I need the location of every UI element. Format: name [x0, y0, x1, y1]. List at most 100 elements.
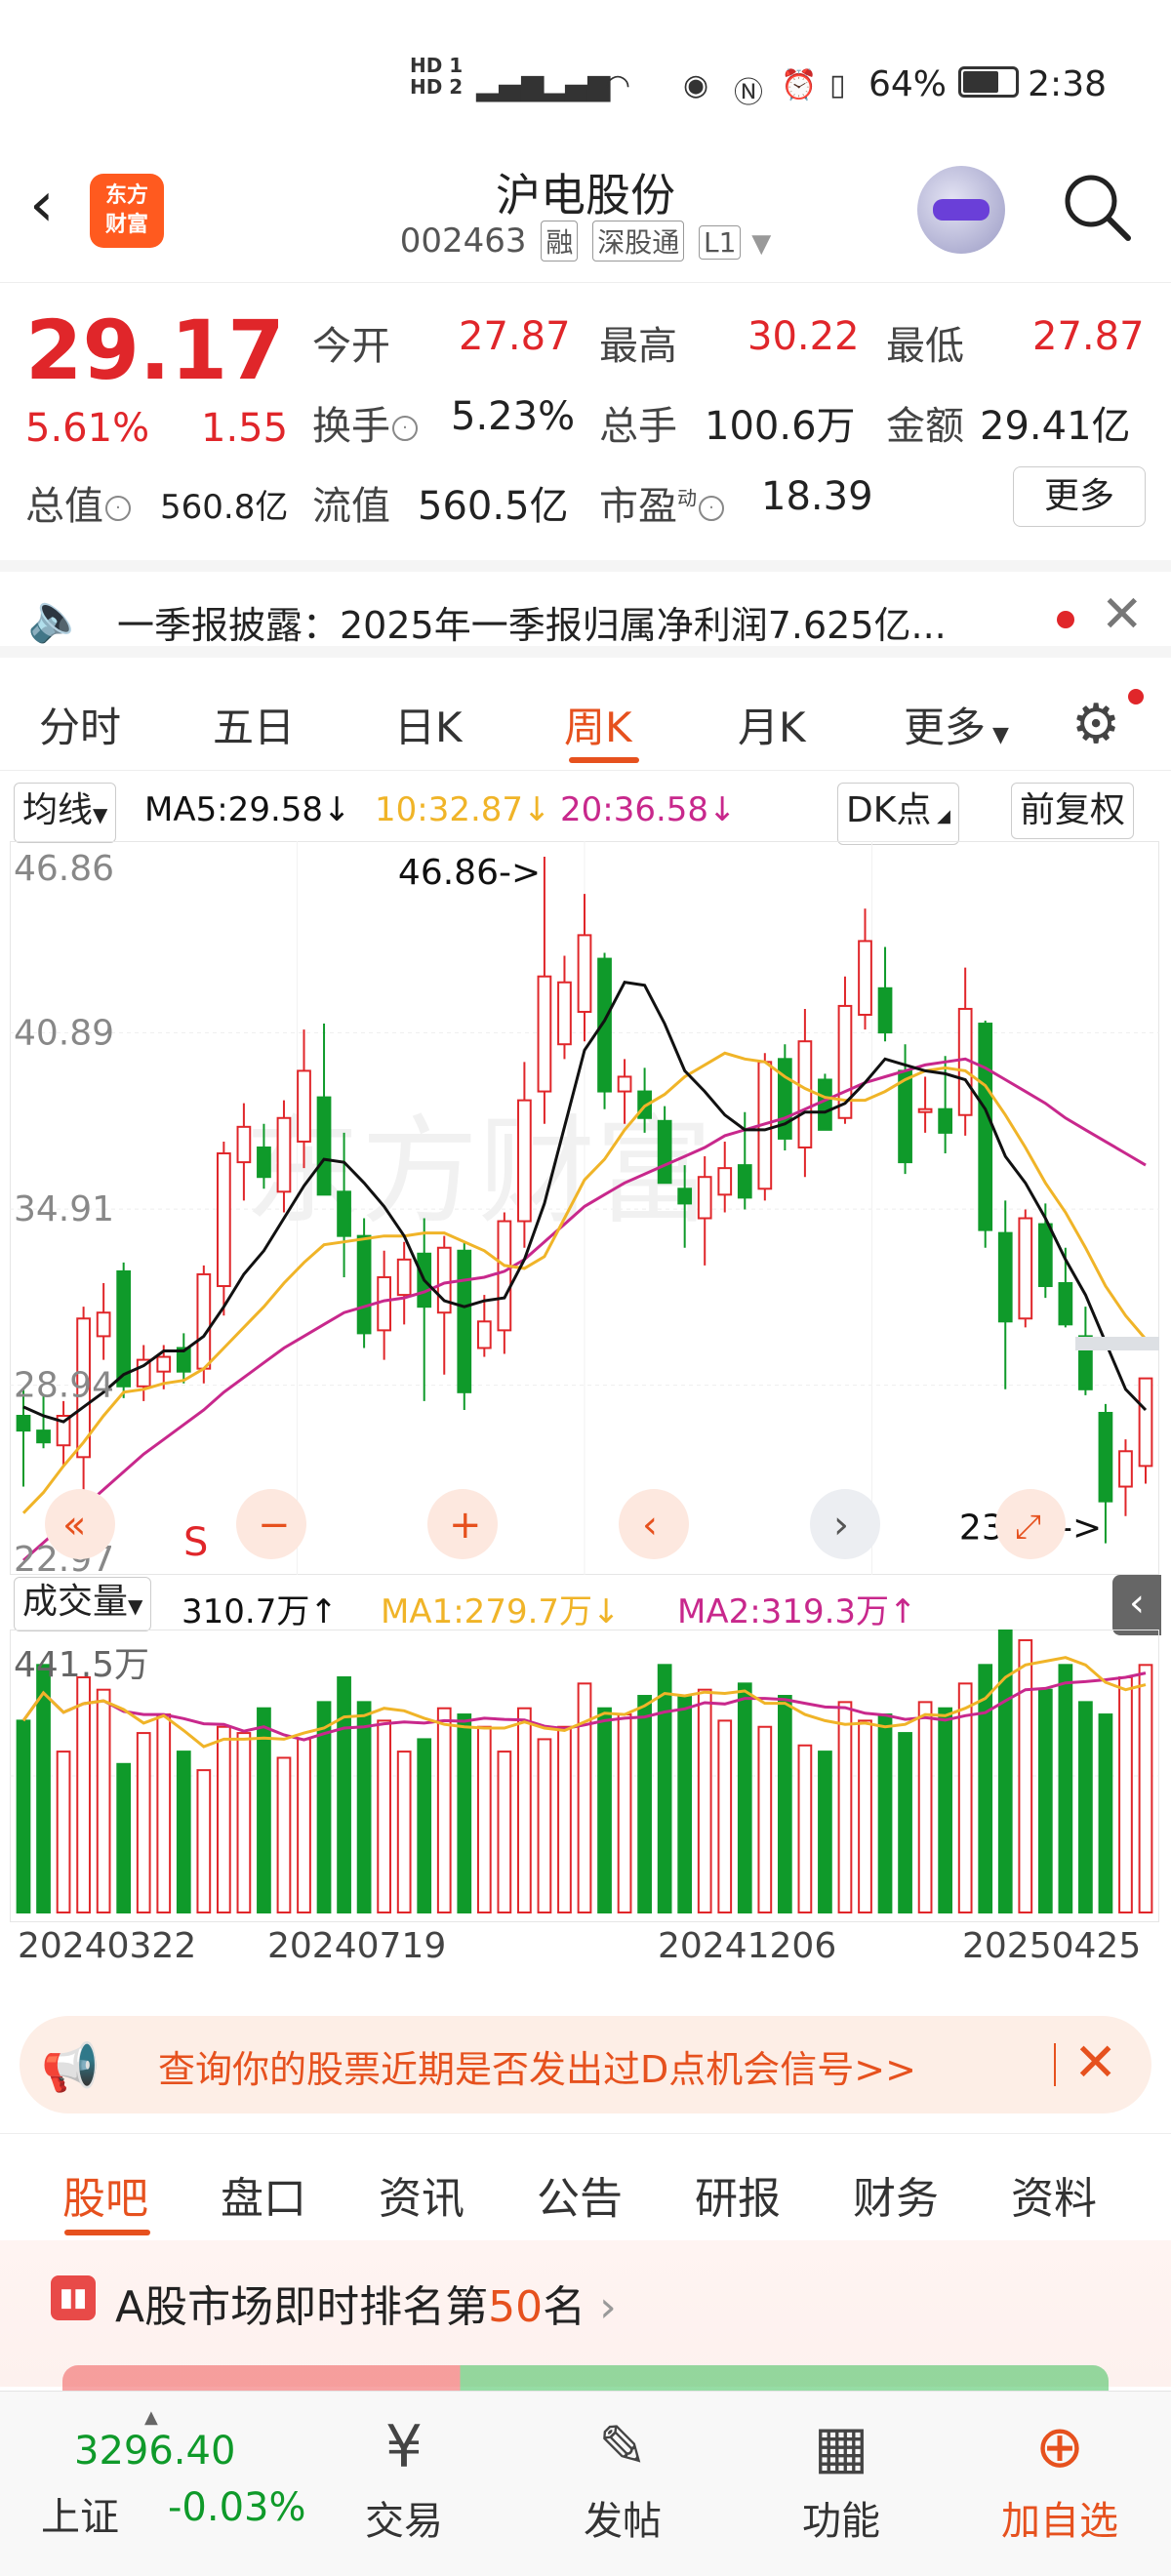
volume-label: 总手 [599, 404, 677, 449]
close-icon[interactable]: ✕ [1073, 2032, 1117, 2093]
tab-intraday[interactable]: 分时 [39, 695, 121, 754]
open-label: 今开 [312, 324, 390, 369]
tab-news[interactable]: 资讯 [379, 2163, 464, 2226]
index-quote[interactable]: ▲ 3296.40 上证 -0.03% [0, 2392, 332, 2576]
settings-dot [1128, 689, 1144, 704]
date-tick: 20240719 [267, 1926, 447, 1966]
nav-post[interactable]: ✎ 发帖 [525, 2392, 720, 2576]
candlestick-chart[interactable]: 东方财富 46.8640.8934.9128.9422.97 46.86-> 2… [10, 841, 1159, 1575]
nav-functions[interactable]: ▦ 功能 [744, 2392, 939, 2576]
volume-bar [36, 1664, 51, 1913]
ma-selector[interactable]: 均线▼ [14, 783, 117, 843]
volume-bar [356, 1701, 372, 1913]
assistant-avatar[interactable] [917, 166, 1005, 254]
chevron-left-icon[interactable]: ‹ [619, 1489, 689, 1559]
search-icon[interactable] [1060, 170, 1134, 244]
fullscreen-icon[interactable]: ⤢ [995, 1489, 1066, 1559]
nfc-icon: Ⓝ [734, 76, 763, 110]
candle-body [517, 1099, 532, 1223]
notice-bar[interactable]: 🔈 一季报披露：2025年一季报归属净利润7.625亿... ✕ [0, 560, 1171, 658]
adjust-button[interactable]: 前复权 [1011, 783, 1135, 839]
volume-bar [997, 1630, 1013, 1913]
rank-text[interactable]: A股市场即时排名第50名 › [115, 2272, 617, 2334]
volume-ma2: MA2:319.3万↑ [677, 1592, 917, 1631]
more-button[interactable]: 更多 [1013, 466, 1146, 527]
ma10-value: 10:32.87↓ [375, 790, 551, 829]
zoom-out-left-icon[interactable]: « [45, 1489, 115, 1559]
tab-profile[interactable]: 资料 [1011, 2163, 1097, 2226]
low-label: 最低 [886, 324, 964, 369]
volume-bar [898, 1732, 912, 1913]
tab-forum[interactable]: 股吧 [62, 2163, 148, 2226]
date-tick: 20241206 [658, 1926, 837, 1966]
candle-body [236, 1125, 252, 1164]
tab-more[interactable]: 更多 ▼ [904, 695, 1009, 754]
tab-weekly[interactable]: 周K [564, 695, 632, 754]
close-icon[interactable]: ✕ [1101, 585, 1144, 644]
dk-button[interactable]: DK点 ◢ [837, 783, 959, 845]
volume-bar [717, 1719, 733, 1913]
zoom-out-icon[interactable]: − [236, 1489, 306, 1559]
notice-text[interactable]: 一季报披露：2025年一季报归属净利润7.625亿... [117, 595, 947, 649]
tab-financials[interactable]: 财务 [853, 2163, 939, 2226]
candle-body [216, 1152, 231, 1288]
grid-icon: ▦ [813, 2413, 869, 2481]
volume-max-tick: 441.5万 [14, 1645, 149, 1685]
turnover-value: 5.23% [451, 394, 576, 439]
volume-value: 310.7万↑ [182, 1592, 338, 1631]
cellular-4g-icon: ▂▄▆ [543, 68, 611, 102]
candle-body [677, 1187, 693, 1205]
rank-card[interactable]: ▮▮ A股市场即时排名第50名 › [0, 2240, 1171, 2395]
volume-bar [116, 1762, 132, 1913]
status-bar: HD 1 HD 2 ▂▄▆ ▂▄▆ ◠ ◉ Ⓝ ⏰ ▯ 64% 2:38 [0, 0, 1171, 156]
float-value: 560.5亿 [418, 484, 569, 529]
tab-orderbook[interactable]: 盘口 [221, 2163, 306, 2226]
svg-text:−: − [258, 1503, 291, 1548]
gear-icon[interactable]: ⚙ [1071, 693, 1120, 756]
active-tab-indicator [569, 757, 639, 763]
mktcap-label-text: 总值 [25, 484, 103, 529]
dk-label: DK点 [846, 790, 932, 830]
chevron-right-icon[interactable]: › [810, 1489, 880, 1559]
nav-add-watchlist[interactable]: ⊕ 加自选 [962, 2392, 1157, 2576]
volume-bar [537, 1738, 552, 1913]
pe-label[interactable]: 市盈动 · [599, 474, 724, 531]
candle-body [297, 1069, 311, 1143]
tab-monthly[interactable]: 月K [738, 695, 806, 754]
date-axis: 20240322 20240719 20241206 20250425 [0, 1916, 1171, 1994]
volume-bar [16, 1719, 31, 1913]
zoom-in-icon[interactable]: + [427, 1489, 498, 1559]
clock: 2:38 [1028, 64, 1107, 104]
candle-body [858, 940, 872, 1016]
ma-selector-label: 均线 [22, 790, 94, 830]
tab-five-day[interactable]: 五日 [213, 695, 295, 754]
pe-value: 18.39 [761, 474, 873, 519]
signal-icon: HD 1 HD 2 [410, 54, 464, 99]
change-amount: 1.55 [201, 406, 289, 451]
float-label: 流值 [312, 484, 390, 529]
candle-body [1037, 1223, 1053, 1288]
tab-research[interactable]: 研报 [695, 2163, 781, 2226]
volume-chart[interactable]: 441.5万 [10, 1630, 1159, 1922]
volume-bar [337, 1676, 351, 1913]
banner-text[interactable]: 查询你的股票近期是否发出过D点机会信号>> [158, 2039, 916, 2093]
pe-label-text: 市盈 [599, 484, 677, 529]
megaphone-icon: 📢 [41, 2040, 100, 2095]
candle-body [938, 1107, 953, 1134]
collapse-panel-icon[interactable]: ‹ [1112, 1575, 1161, 1635]
dk-signal-banner[interactable]: 📢 查询你的股票近期是否发出过D点机会信号>> ✕ [20, 2016, 1151, 2113]
volume-selector[interactable]: 成交量▼ [14, 1577, 152, 1631]
volume-bar [697, 1688, 712, 1914]
sell-signal: S [183, 1520, 208, 1565]
nav-trade[interactable]: ¥ 交易 [306, 2392, 502, 2576]
candle-body [1098, 1411, 1113, 1503]
rank-number: 50 [488, 2282, 544, 2332]
mktcap-label[interactable]: 总值 · [25, 474, 131, 531]
tab-daily[interactable]: 日K [394, 695, 463, 754]
tag-level: L1 [699, 225, 742, 260]
tag-connect: 深股通 [592, 221, 685, 262]
turnover-label[interactable]: 换手 · [312, 394, 418, 451]
tab-announcements[interactable]: 公告 [537, 2163, 623, 2226]
amount-label: 金额 [886, 404, 964, 449]
volume-bar [476, 1725, 492, 1914]
